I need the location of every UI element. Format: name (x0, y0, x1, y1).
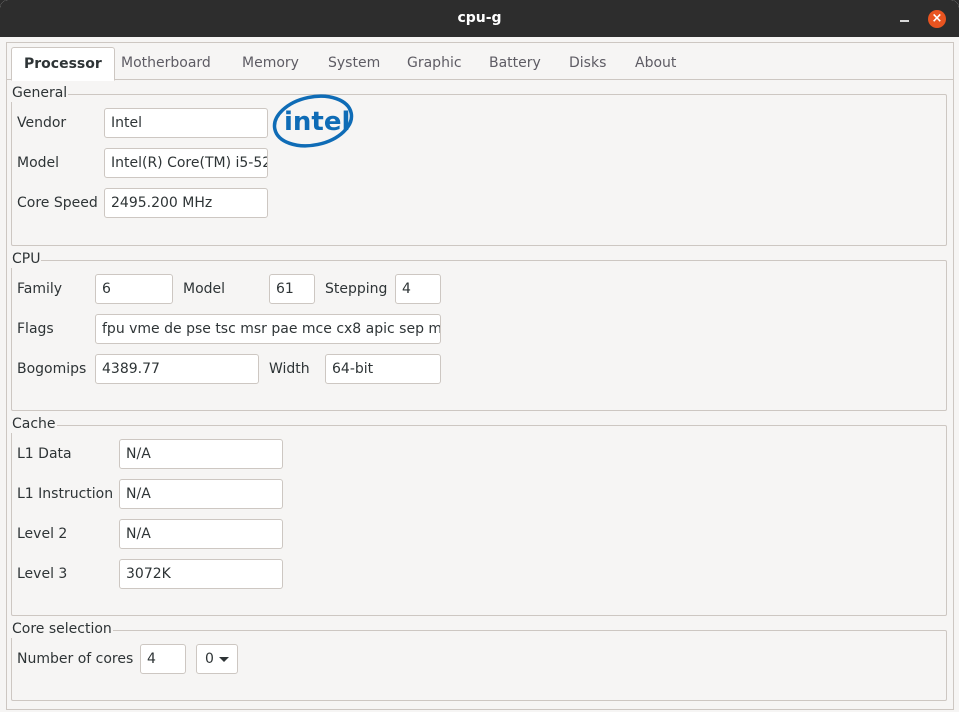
tab-system[interactable]: System (316, 47, 392, 80)
level-2-label: Level 2 (17, 526, 68, 542)
number-of-cores-field[interactable]: 4 (140, 644, 186, 674)
family-field[interactable]: 6 (95, 274, 173, 304)
tab-memory[interactable]: Memory (230, 47, 311, 80)
width-label: Width (269, 361, 310, 377)
chevron-down-icon (219, 657, 229, 662)
close-icon: × (931, 11, 943, 26)
core-selection-frame-label: Core selection (11, 621, 113, 638)
model-field[interactable]: Intel(R) Core(TM) i5-52 (104, 148, 268, 178)
cpu-model-label: Model (183, 281, 226, 297)
stepping-field[interactable]: 4 (395, 274, 441, 304)
core-select-value: 0 (205, 651, 214, 667)
minimize-button[interactable] (896, 9, 914, 27)
cache-frame-label: Cache (11, 416, 57, 433)
tab-graphic[interactable]: Graphic (395, 47, 474, 80)
tab-processor[interactable]: Processor (11, 47, 115, 81)
l1-instruction-label: L1 Instruction (17, 486, 114, 502)
width-field[interactable]: 64-bit (325, 354, 441, 384)
level-3-label: Level 3 (17, 566, 68, 582)
l1-instruction-field[interactable]: N/A (119, 479, 283, 509)
vendor-label: Vendor (17, 115, 67, 131)
bogomips-label: Bogomips (17, 361, 87, 377)
minimize-icon (900, 20, 909, 22)
vendor-field[interactable]: Intel (104, 108, 268, 138)
general-frame-label: General (11, 85, 69, 102)
app-window: cpu-g × Processor Motherboard Memory Sys… (0, 0, 959, 712)
core-speed-label: Core Speed (17, 195, 98, 211)
cpu-frame-label: CPU (11, 251, 42, 268)
tab-about[interactable]: About (623, 47, 688, 80)
tab-bar: Processor Motherboard Memory System Grap… (7, 43, 953, 81)
family-label: Family (17, 281, 63, 297)
l1-data-label: L1 Data (17, 446, 72, 462)
flags-field[interactable]: fpu vme de pse tsc msr pae mce cx8 apic … (95, 314, 441, 344)
core-speed-field[interactable]: 2495.200 MHz (104, 188, 268, 218)
flags-label: Flags (17, 321, 54, 337)
cpu-model-field[interactable]: 61 (269, 274, 315, 304)
core-select-dropdown[interactable]: 0 (196, 644, 238, 674)
close-button[interactable]: × (928, 10, 946, 28)
bogomips-field[interactable]: 4389.77 (95, 354, 259, 384)
intel-logo-text: intel (284, 107, 350, 137)
title-bar[interactable]: cpu-g × (0, 0, 959, 37)
level-2-field[interactable]: N/A (119, 519, 283, 549)
l1-data-field[interactable]: N/A (119, 439, 283, 469)
level-3-field[interactable]: 3072K (119, 559, 283, 589)
window-title: cpu-g (457, 10, 502, 26)
number-of-cores-label: Number of cores (17, 651, 134, 667)
model-label: Model (17, 155, 60, 171)
intel-logo-icon: intel (272, 94, 354, 148)
stepping-label: Stepping (325, 281, 388, 297)
tab-motherboard[interactable]: Motherboard (109, 47, 223, 80)
tab-battery[interactable]: Battery (477, 47, 553, 80)
tab-disks[interactable]: Disks (557, 47, 618, 80)
